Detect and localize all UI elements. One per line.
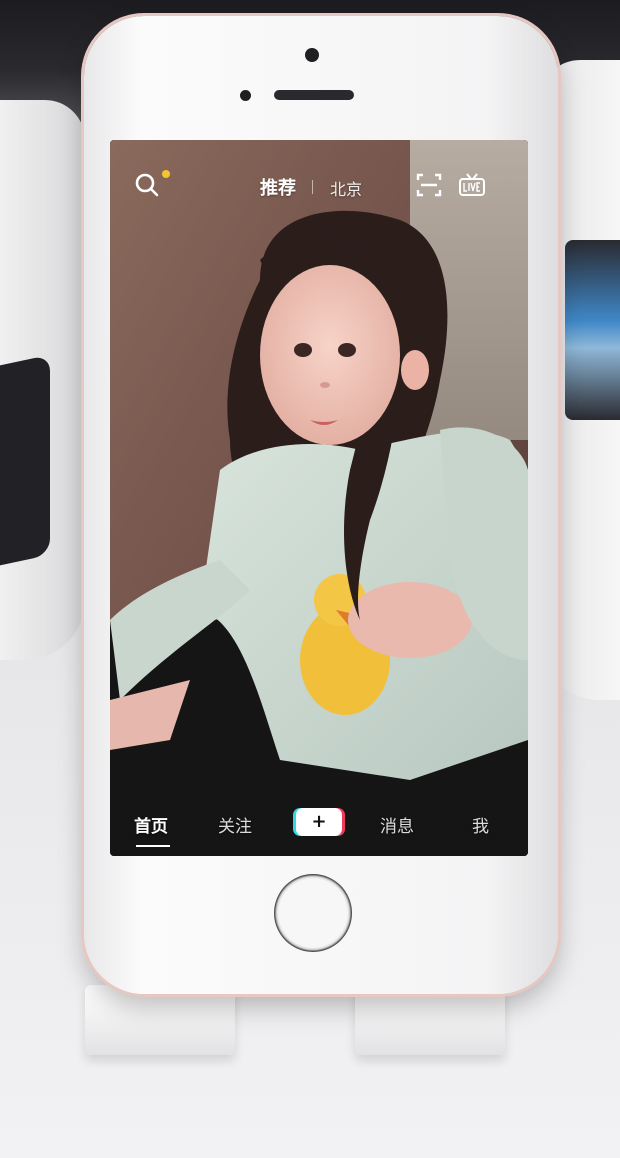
nav-home[interactable]: 首页 xyxy=(134,812,168,837)
nav-following[interactable]: 关注 xyxy=(218,812,252,837)
notification-dot xyxy=(162,170,170,178)
tab-divider xyxy=(312,180,313,194)
home-button[interactable] xyxy=(274,874,352,952)
scan-icon[interactable] xyxy=(416,172,442,198)
tab-city[interactable]: 北京 xyxy=(330,176,362,200)
background-left-dark-object xyxy=(0,354,50,566)
nav-me[interactable]: 我 xyxy=(472,812,489,837)
phone-stand-right xyxy=(355,985,505,1055)
background-right-screen xyxy=(565,240,620,420)
nav-messages[interactable]: 消息 xyxy=(380,812,414,837)
phone-body: 推荐 北京 首页 关注 + 消息 我 xyxy=(84,16,558,994)
tab-recommended[interactable]: 推荐 xyxy=(260,174,296,200)
bottom-nav: 首页 关注 + 消息 我 xyxy=(110,794,528,856)
live-icon[interactable] xyxy=(458,172,486,198)
video-frame[interactable] xyxy=(110,140,528,856)
front-camera xyxy=(305,48,319,62)
phone-stand-left xyxy=(85,985,235,1055)
search-icon[interactable] xyxy=(134,172,160,198)
phone-screen: 推荐 北京 首页 关注 + 消息 我 xyxy=(110,140,528,856)
create-video-button[interactable]: + xyxy=(296,808,342,836)
top-bar: 推荐 北京 xyxy=(110,170,528,206)
proximity-sensor xyxy=(240,90,251,101)
nav-active-indicator xyxy=(136,845,170,847)
earpiece-speaker xyxy=(274,90,354,100)
